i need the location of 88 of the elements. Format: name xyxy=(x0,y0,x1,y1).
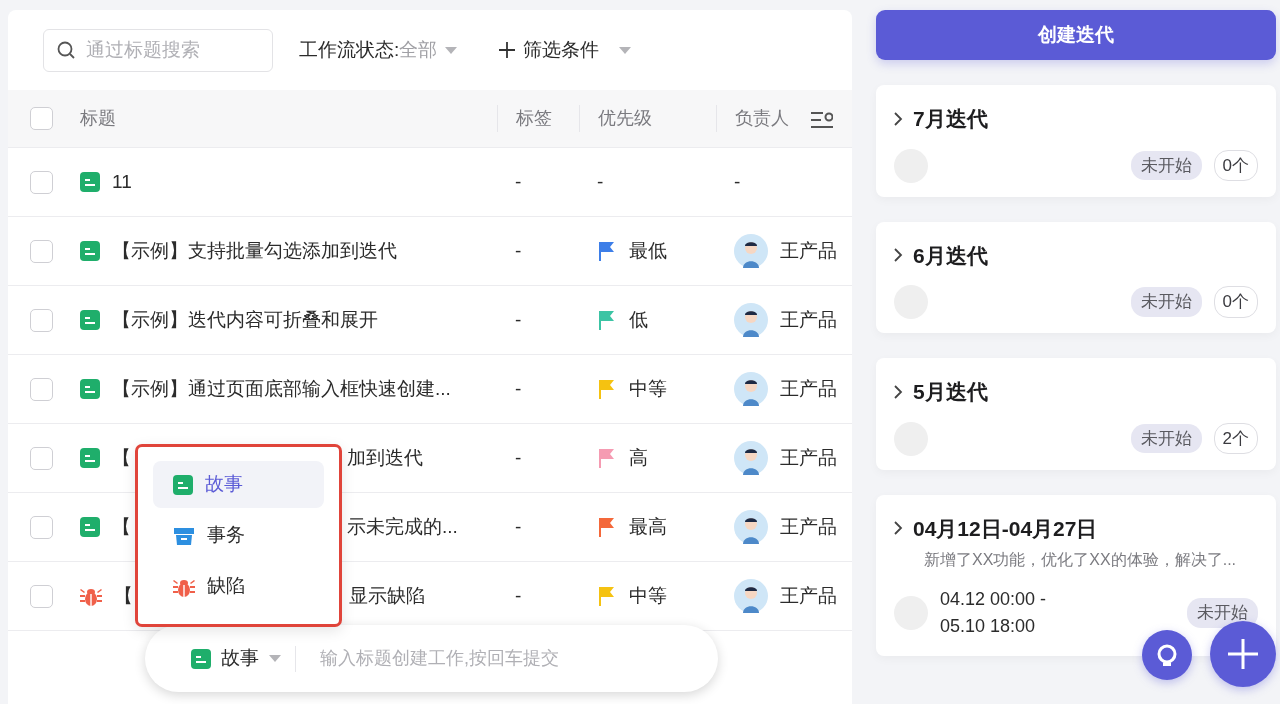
lightbulb-icon xyxy=(1156,644,1178,666)
story-icon xyxy=(80,517,100,537)
checkbox[interactable] xyxy=(30,446,53,470)
column-header: 标题 xyxy=(80,107,116,130)
assignee-name: 王产品 xyxy=(780,307,837,332)
checkbox[interactable] xyxy=(30,170,53,194)
count-pill: 0个 xyxy=(1213,149,1258,182)
row-title: 【示例】通过页面底部输入框快速创建... xyxy=(112,376,451,401)
row-title: 11 xyxy=(112,169,132,194)
row-title: 【示例】迭代内容可折叠和展开 xyxy=(112,307,378,332)
tag-cell-text: - xyxy=(515,307,522,332)
column-settings-icon[interactable] xyxy=(811,109,833,128)
status-pill: 未开始 xyxy=(1130,423,1202,454)
status-pill: 未开始 xyxy=(1187,598,1258,628)
priority-label: 高 xyxy=(629,445,648,470)
priority-label: 最低 xyxy=(629,238,667,263)
priority-label: 中等 xyxy=(629,583,667,608)
iteration-title: 04月12日-04月27日 xyxy=(913,515,1098,542)
date-range: 04.12 00:00 - 05.10 18:00 xyxy=(940,588,1047,638)
story-icon xyxy=(80,241,100,261)
story-icon xyxy=(173,474,193,495)
create-iteration-button[interactable]: 创建迭代 xyxy=(876,10,1276,60)
status-pill: 未开始 xyxy=(1130,150,1202,181)
status-filter[interactable]: 工作流状态:全部 xyxy=(299,35,458,65)
priority-label: 中等 xyxy=(629,376,667,401)
status-pill: 未开始 xyxy=(1130,287,1202,317)
menu-item[interactable]: 事务 xyxy=(153,512,324,559)
story-icon xyxy=(80,310,100,330)
iteration-title: 7月迭代 xyxy=(913,106,988,132)
tag-cell-text: - xyxy=(515,238,522,263)
story-icon xyxy=(80,172,100,192)
chevron-right-icon[interactable] xyxy=(894,521,903,536)
checkbox[interactable] xyxy=(30,308,53,332)
tag-cell-text: - xyxy=(515,169,522,194)
tag-cell-text: - xyxy=(515,376,522,401)
checkbox[interactable] xyxy=(30,584,53,608)
iteration-title: 6月迭代 xyxy=(913,242,988,269)
count-pill: 2个 xyxy=(1213,422,1258,455)
column-header: 优先级 xyxy=(598,107,652,130)
row-title: 示未完成的... xyxy=(347,514,458,539)
menu-item[interactable]: 故事 xyxy=(153,461,324,508)
checkbox[interactable] xyxy=(30,239,53,263)
checkbox[interactable] xyxy=(30,377,53,401)
chevron-right-icon[interactable] xyxy=(894,248,903,263)
story-icon xyxy=(80,448,100,468)
column-header: 标签 xyxy=(516,107,552,130)
priority-label: - xyxy=(597,169,604,194)
tag-cell-text: - xyxy=(515,583,522,608)
priority-label: 低 xyxy=(629,307,648,332)
assignee-name: - xyxy=(734,169,741,194)
story-icon xyxy=(80,379,100,399)
assignee-name: 王产品 xyxy=(780,376,837,401)
add-filter-button[interactable]: 筛选条件 xyxy=(499,35,632,65)
tag-cell-text: - xyxy=(515,445,522,470)
caret-icon xyxy=(619,46,632,54)
caret-icon xyxy=(269,655,281,662)
plus-icon xyxy=(1228,639,1258,669)
iteration-description: 新增了XX功能，优化了XX的体验，解决了... xyxy=(923,550,1238,570)
assignee-name: 王产品 xyxy=(780,445,837,470)
caret-icon xyxy=(445,46,458,54)
checkbox[interactable] xyxy=(30,107,53,130)
search-field[interactable]: 通过标题搜索 xyxy=(43,28,273,72)
search-icon xyxy=(57,40,75,59)
menu-item[interactable]: 缺陷 xyxy=(153,563,324,610)
assignee-name: 王产品 xyxy=(780,238,837,263)
iteration-title: 5月迭代 xyxy=(913,379,988,405)
tag-cell-text: - xyxy=(515,514,522,539)
row-title: 【 xyxy=(114,583,133,608)
count-pill: 0个 xyxy=(1213,286,1258,318)
add-button[interactable] xyxy=(1210,621,1276,687)
row-title: 加到迭代 xyxy=(347,445,423,470)
row-title: 【示例】支持批量勾选添加到迭代 xyxy=(112,238,397,263)
help-button[interactable] xyxy=(1142,630,1192,680)
row-title: 【 xyxy=(112,445,131,470)
chevron-right-icon[interactable] xyxy=(894,384,903,399)
row-title: 显示缺陷 xyxy=(349,583,425,608)
plus-icon xyxy=(499,42,516,58)
bug-icon xyxy=(80,586,102,606)
row-title: 【 xyxy=(112,514,131,539)
priority-label: 最高 xyxy=(629,514,667,539)
tray-icon xyxy=(173,525,195,546)
assignee-name: 王产品 xyxy=(780,583,837,608)
story-icon xyxy=(191,648,211,669)
chevron-right-icon[interactable] xyxy=(894,111,903,126)
assignee-name: 王产品 xyxy=(780,514,837,539)
type-select[interactable]: 故事 xyxy=(191,645,296,672)
checkbox[interactable] xyxy=(30,515,53,539)
column-header: 负责人 xyxy=(735,107,789,130)
